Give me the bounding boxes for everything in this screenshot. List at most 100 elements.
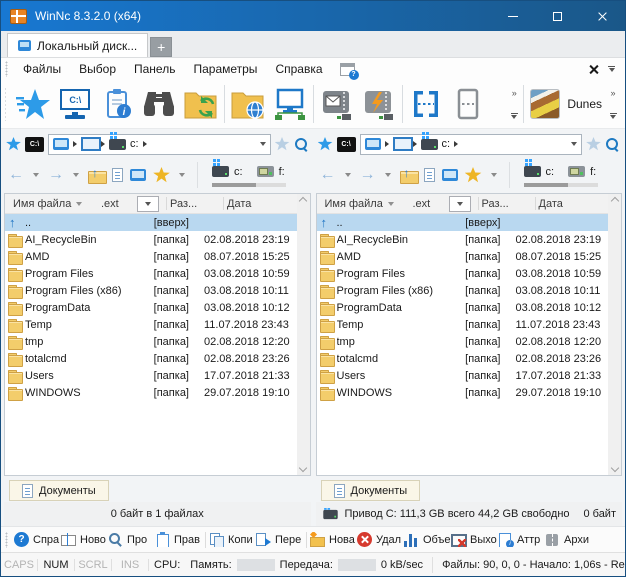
grip-handle[interactable] [5, 532, 8, 548]
scroll-up-icon[interactable] [299, 197, 307, 205]
archive-button[interactable]: Архи [545, 532, 592, 547]
document-view-button[interactable] [424, 168, 435, 182]
desktop-view-button[interactable] [442, 169, 458, 181]
forward-button[interactable]: → [360, 167, 376, 183]
vertical-scrollbar[interactable] [297, 194, 310, 475]
breadcrumb[interactable]: c: [48, 134, 271, 155]
view-button[interactable]: Про [108, 532, 155, 547]
split-vertical-button[interactable] [447, 82, 489, 126]
breadcrumb[interactable]: c: [360, 134, 583, 155]
newfolder-button[interactable]: Нова [310, 532, 357, 547]
toolbar-overflow-icon[interactable] [608, 66, 615, 72]
documents-tab[interactable]: Документы [321, 480, 421, 501]
breadcrumb-drive[interactable]: c: [442, 138, 451, 150]
chevron-right-icon[interactable] [413, 141, 417, 147]
file-row[interactable]: AMD[папка]08.07.2018 15:25 [5, 248, 297, 265]
column-size[interactable]: Раз... [170, 198, 220, 210]
file-row[interactable]: WINDOWS[папка]29.07.2018 19:10 [5, 384, 297, 401]
file-row[interactable]: ProgramData[папка]03.08.2018 10:12 [5, 299, 297, 316]
menu-panel[interactable]: Панель [125, 58, 184, 80]
split-horizontal-button[interactable] [405, 82, 447, 126]
grip-handle[interactable] [5, 87, 6, 121]
drive-f-button[interactable]: f: [253, 164, 289, 180]
move-button[interactable]: Пере [256, 532, 303, 547]
file-row[interactable]: WINDOWS[папка]29.07.2018 19:10 [317, 384, 609, 401]
file-row[interactable]: Program Files[папка]03.08.2018 10:59 [5, 265, 297, 282]
column-ext[interactable]: .ext [413, 198, 445, 210]
chevron-right-icon[interactable] [143, 141, 147, 147]
folder-up-button[interactable] [88, 168, 105, 182]
file-row[interactable]: ..[вверх] [317, 214, 609, 231]
file-row[interactable]: Temp[папка]11.07.2018 23:43 [5, 316, 297, 333]
toolbar-band-overflow[interactable]: » [507, 89, 521, 119]
file-row[interactable]: Program Files (x86)[папка]03.08.2018 10:… [317, 282, 609, 299]
chevron-right-icon[interactable] [454, 141, 458, 147]
drive-c-button[interactable]: c: [208, 164, 247, 180]
favorites-dropdown[interactable] [179, 173, 185, 177]
scroll-down-icon[interactable] [299, 464, 307, 472]
file-row[interactable]: Program Files[папка]03.08.2018 10:59 [317, 265, 609, 282]
new-tab-button[interactable]: + [150, 37, 172, 57]
column-select-combo[interactable] [449, 196, 471, 212]
theme-selector[interactable]: Dunes [526, 89, 606, 119]
forward-history-dropdown[interactable] [73, 173, 79, 177]
back-history-dropdown[interactable] [345, 173, 351, 177]
edit-button[interactable]: Прав [155, 532, 202, 547]
column-select-combo[interactable] [137, 196, 159, 212]
search-files-button[interactable] [138, 82, 180, 126]
theme-band-overflow[interactable]: » [606, 89, 620, 119]
chevron-right-icon[interactable] [385, 141, 389, 147]
dos-box-icon[interactable]: C:\ [25, 137, 44, 152]
forward-button[interactable]: → [48, 167, 64, 183]
copy-button[interactable]: Копи [209, 532, 256, 547]
file-row[interactable]: totalcmd[папка]02.08.2018 23:26 [317, 350, 609, 367]
drive-c-button[interactable]: c: [520, 164, 559, 180]
help-window-icon[interactable] [340, 63, 355, 76]
address-dropdown-icon[interactable] [260, 142, 266, 146]
column-date[interactable]: Дата [227, 198, 297, 210]
menu-selection[interactable]: Выбор [70, 58, 125, 80]
maximize-button[interactable] [535, 1, 580, 31]
file-row[interactable]: tmp[папка]02.08.2018 12:20 [5, 333, 297, 350]
network-computer-button[interactable] [269, 82, 311, 126]
menu-options[interactable]: Параметры [184, 58, 266, 80]
favorites-menu-button[interactable] [153, 167, 170, 183]
favorites-dropdown[interactable] [491, 173, 497, 177]
breadcrumb-drive[interactable]: c: [130, 138, 139, 150]
title-bar[interactable]: WinNc 8.3.2.0 (x64) [1, 1, 625, 31]
grip-handle[interactable] [5, 61, 8, 77]
search-icon[interactable] [294, 137, 309, 152]
file-row[interactable]: Users[папка]17.07.2018 21:33 [317, 367, 609, 384]
column-ext[interactable]: .ext [101, 198, 133, 210]
documents-tab[interactable]: Документы [9, 480, 109, 501]
scroll-up-icon[interactable] [610, 197, 618, 205]
vertical-scrollbar[interactable] [608, 194, 621, 475]
file-row[interactable]: AI_RecycleBin[папка]02.08.2018 23:19 [317, 231, 609, 248]
favorites-star-icon[interactable] [6, 137, 21, 151]
clipboard-info-button[interactable]: i [96, 82, 138, 126]
file-row[interactable]: Temp[папка]11.07.2018 23:43 [317, 316, 609, 333]
favorites-menu-button[interactable] [465, 167, 482, 183]
folder-network-button[interactable] [227, 82, 269, 126]
dos-prompt-button[interactable]: C:\ [54, 82, 96, 126]
address-dropdown-icon[interactable] [571, 142, 577, 146]
search-icon[interactable] [605, 137, 620, 152]
file-row[interactable]: tmp[папка]02.08.2018 12:20 [317, 333, 609, 350]
close-button[interactable] [580, 1, 625, 31]
size-button[interactable]: Объе [404, 532, 451, 547]
scroll-down-icon[interactable] [610, 464, 618, 472]
add-favorite-icon[interactable] [275, 137, 290, 151]
menu-files[interactable]: Файлы [14, 58, 70, 80]
file-row[interactable]: Users[папка]17.07.2018 21:33 [5, 367, 297, 384]
desktop-view-button[interactable] [130, 169, 146, 181]
help-button[interactable]: Спра [14, 532, 61, 547]
zip-mail-button[interactable] [316, 82, 358, 126]
document-view-button[interactable] [112, 168, 123, 182]
file-row[interactable]: AI_RecycleBin[папка]02.08.2018 23:19 [5, 231, 297, 248]
back-button[interactable]: ← [8, 167, 24, 183]
drive-f-button[interactable]: f: [564, 164, 600, 180]
dos-box-icon[interactable]: C:\ [337, 137, 356, 152]
menu-help[interactable]: Справка [266, 58, 331, 80]
back-button[interactable]: ← [320, 167, 336, 183]
zip-quick-button[interactable] [358, 82, 400, 126]
